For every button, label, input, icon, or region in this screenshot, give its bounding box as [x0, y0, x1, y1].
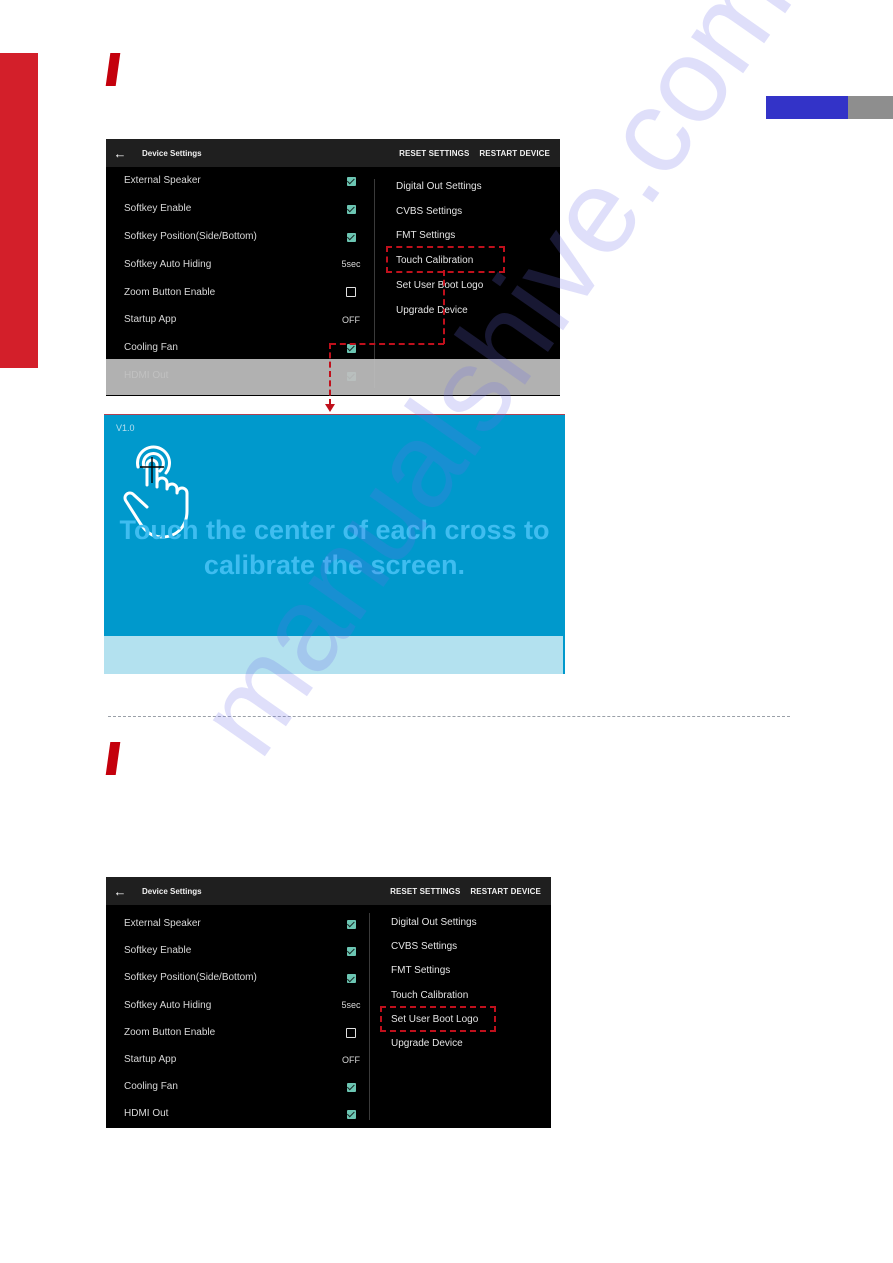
chapter-side-bar	[0, 53, 38, 368]
settings-menu: Digital Out Settings CVBS Settings FMT S…	[391, 910, 478, 1056]
setting-label: Startup App	[124, 314, 177, 326]
setting-label: Zoom Button Enable	[124, 1026, 216, 1038]
dim-overlay	[106, 359, 560, 396]
reset-settings-button[interactable]: RESET SETTINGS	[390, 887, 460, 896]
menu-digital-out-settings[interactable]: Digital Out Settings	[391, 910, 478, 934]
top-bar: ← Device Settings RESET SETTINGS RESTART…	[106, 877, 551, 905]
setting-row-startup-app[interactable]: Startup App OFF	[106, 306, 371, 334]
back-arrow-icon[interactable]: ←	[106, 884, 134, 899]
setting-row-external-speaker[interactable]: External Speaker	[106, 910, 371, 937]
setting-label: Softkey Auto Hiding	[124, 258, 212, 270]
arrow-down-icon	[325, 404, 335, 412]
connector-line	[330, 343, 444, 345]
highlight-set-user-boot-logo	[380, 1006, 496, 1032]
setting-row-zoom-button[interactable]: Zoom Button Enable	[106, 278, 371, 306]
chapter-tab-active	[766, 96, 848, 119]
checkbox-checked[interactable]	[346, 946, 356, 956]
menu-upgrade-device[interactable]: Upgrade Device	[391, 1031, 478, 1055]
setting-value: OFF	[342, 1054, 360, 1065]
checkbox-checked[interactable]	[346, 1082, 356, 1092]
checkbox-checked[interactable]	[346, 176, 356, 186]
setting-row-zoom-button[interactable]: Zoom Button Enable	[106, 1019, 371, 1046]
chapter-tab-inactive	[848, 96, 893, 119]
setting-row-softkey-position[interactable]: Softkey Position(Side/Bottom)	[106, 223, 371, 251]
connector-line	[443, 270, 445, 344]
menu-fmt-settings[interactable]: FMT Settings	[391, 959, 478, 983]
setting-row-cooling-fan[interactable]: Cooling Fan	[106, 1073, 371, 1100]
checkbox-checked[interactable]	[346, 232, 356, 242]
checkbox-unchecked[interactable]	[346, 287, 356, 298]
checkbox-checked[interactable]	[346, 1109, 356, 1119]
setting-label: Softkey Auto Hiding	[124, 999, 212, 1011]
menu-touch-calibration[interactable]: Touch Calibration	[391, 983, 478, 1007]
checkbox-checked[interactable]	[346, 343, 356, 353]
menu-set-user-boot-logo[interactable]: Set User Boot Logo	[396, 273, 483, 298]
version-label: V1.0	[116, 423, 135, 433]
setting-row-softkey-enable[interactable]: Softkey Enable	[106, 195, 371, 223]
device-settings-screenshot-2: ← Device Settings RESET SETTINGS RESTART…	[106, 877, 551, 1128]
setting-label: Cooling Fan	[124, 1081, 178, 1093]
setting-label: External Speaker	[124, 175, 201, 187]
setting-row-softkey-enable[interactable]: Softkey Enable	[106, 937, 371, 964]
setting-row-softkey-position[interactable]: Softkey Position(Side/Bottom)	[106, 964, 371, 991]
restart-device-button[interactable]: RESTART DEVICE	[470, 887, 541, 896]
setting-row-softkey-auto-hiding[interactable]: Softkey Auto Hiding 5sec	[106, 250, 371, 278]
screen-title: Device Settings	[142, 148, 202, 158]
setting-row-external-speaker[interactable]: External Speaker	[106, 167, 371, 195]
restart-device-button[interactable]: RESTART DEVICE	[479, 149, 550, 158]
reset-settings-button[interactable]: RESET SETTINGS	[399, 149, 469, 158]
setting-label: Softkey Enable	[124, 203, 192, 215]
setting-label: Softkey Position(Side/Bottom)	[124, 972, 257, 984]
setting-label: HDMI Out	[124, 1108, 169, 1120]
setting-label: Softkey Enable	[124, 945, 192, 957]
connector-line	[329, 343, 331, 405]
setting-value: OFF	[342, 314, 360, 325]
checkbox-unchecked[interactable]	[346, 1027, 356, 1038]
menu-cvbs-settings[interactable]: CVBS Settings	[391, 934, 478, 958]
menu-fmt-settings[interactable]: FMT Settings	[396, 224, 483, 249]
menu-cvbs-settings[interactable]: CVBS Settings	[396, 199, 483, 224]
checkbox-checked[interactable]	[346, 919, 356, 929]
back-arrow-icon[interactable]: ←	[106, 146, 134, 161]
calibration-footer-bar	[104, 636, 563, 674]
setting-label: Startup App	[124, 1054, 177, 1066]
calibration-instruction: Touch the center of each cross to calibr…	[119, 515, 550, 580]
highlight-touch-calibration	[386, 246, 505, 273]
menu-upgrade-device[interactable]: Upgrade Device	[396, 298, 483, 323]
setting-row-hdmi-out[interactable]: HDMI Out	[106, 1100, 371, 1127]
touch-calibration-screen[interactable]: V1.0 Touch the center of each cross to c…	[104, 414, 565, 674]
checkbox-checked[interactable]	[346, 204, 356, 214]
setting-label: Zoom Button Enable	[124, 286, 216, 298]
menu-digital-out-settings[interactable]: Digital Out Settings	[396, 174, 483, 199]
section-marker-2	[105, 742, 121, 775]
setting-label: Softkey Position(Side/Bottom)	[124, 230, 257, 242]
setting-value: 5sec	[341, 1000, 361, 1011]
setting-row-cooling-fan[interactable]: Cooling Fan	[106, 334, 371, 362]
section-marker-1	[105, 53, 121, 86]
setting-label: External Speaker	[124, 918, 201, 930]
setting-value: 5sec	[341, 259, 361, 270]
screen-bottom-border	[106, 395, 560, 396]
setting-row-softkey-auto-hiding[interactable]: Softkey Auto Hiding 5sec	[106, 992, 371, 1019]
screen-title: Device Settings	[142, 886, 202, 896]
settings-list: External Speaker Softkey Enable Softkey …	[106, 167, 371, 389]
setting-label: Cooling Fan	[124, 342, 178, 354]
setting-row-startup-app[interactable]: Startup App OFF	[106, 1046, 371, 1073]
column-divider	[369, 913, 370, 1120]
section-divider	[108, 716, 790, 717]
settings-list: External Speaker Softkey Enable Softkey …	[106, 910, 371, 1128]
checkbox-checked[interactable]	[346, 974, 356, 984]
top-bar: ← Device Settings RESET SETTINGS RESTART…	[106, 139, 560, 167]
column-divider	[374, 179, 375, 388]
